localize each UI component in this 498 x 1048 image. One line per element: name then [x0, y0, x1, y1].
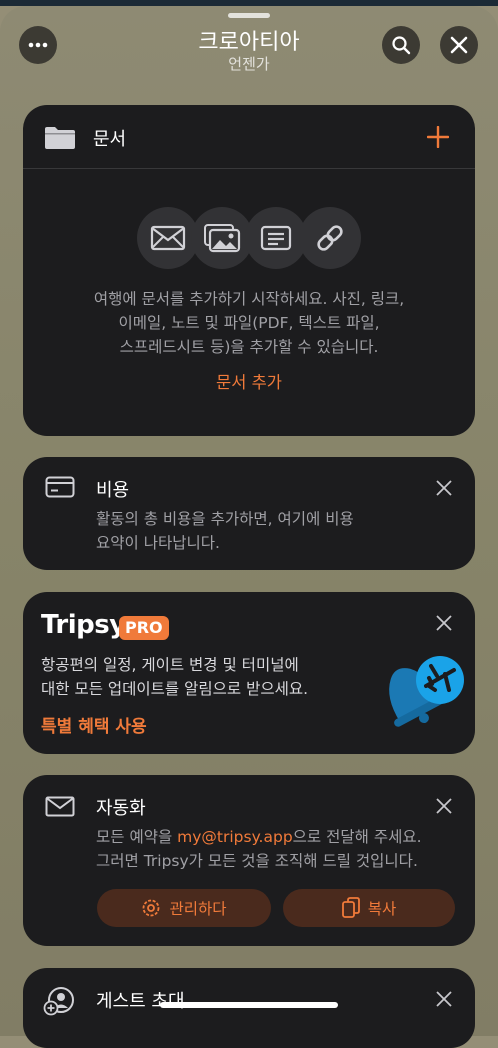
- close-icon: [436, 798, 452, 814]
- documents-description: 여행에 문서를 추가하기 시작하세요. 사진, 링크, 이메일, 노트 및 파일…: [93, 290, 405, 356]
- add-person-icon: [43, 987, 74, 1016]
- expenses-card: 비용 활동의 총 비용을 추가하면, 여기에 비용 요약이 나타납니다.: [23, 457, 475, 570]
- sheet-grabber[interactable]: [228, 13, 270, 18]
- copy-button[interactable]: 복사: [283, 889, 455, 927]
- close-icon: [436, 615, 452, 631]
- credit-card-icon: [45, 476, 75, 498]
- manage-button[interactable]: 관리하다: [97, 889, 271, 927]
- dismiss-promo-button[interactable]: [433, 612, 455, 634]
- guests-card: 게스트 초대: [23, 968, 475, 1048]
- gear-icon: [143, 899, 160, 917]
- automation-title: 자동화: [96, 798, 146, 819]
- link-icon: [317, 225, 343, 251]
- close-icon: [436, 991, 452, 1007]
- promo-description: 항공편의 일정, 게이트 변경 및 터미널에 대한 모든 업데이트를 알림으로 …: [41, 656, 309, 698]
- documents-title: 문서: [93, 129, 127, 150]
- close-icon: [450, 36, 468, 54]
- search-button[interactable]: [382, 26, 420, 64]
- documents-card: 문서 여행에 문서를 추가하기 시작하세요. 사진, 링크, 이메일, 노트 및…: [23, 105, 475, 436]
- divider: [23, 168, 475, 169]
- pro-badge: PRO: [119, 616, 169, 640]
- photos-icon: [204, 224, 241, 253]
- note-type[interactable]: [245, 207, 307, 269]
- forwarding-email-link[interactable]: my@tripsy.app: [177, 828, 293, 846]
- link-type[interactable]: [299, 207, 361, 269]
- note-icon: [260, 225, 292, 251]
- dismiss-automation-button[interactable]: [433, 795, 455, 817]
- copy-icon: [341, 897, 360, 918]
- expenses-description: 활동의 총 비용을 추가하면, 여기에 비용 요약이 나타납니다.: [96, 510, 354, 552]
- dismiss-guests-button[interactable]: [433, 988, 455, 1010]
- promo-cta-button[interactable]: 특별 혜택 사용: [41, 712, 147, 737]
- folder-icon: [45, 127, 75, 149]
- photo-type[interactable]: [191, 207, 253, 269]
- close-icon: [436, 480, 452, 496]
- document-type-icons: [137, 207, 367, 271]
- plus-icon[interactable]: [427, 126, 449, 148]
- close-button[interactable]: [440, 26, 478, 64]
- page-title: 크로아티아: [198, 30, 300, 55]
- envelope-icon: [150, 225, 186, 251]
- tripsy-logo: Tripsy: [41, 610, 126, 640]
- dismiss-expenses-button[interactable]: [433, 477, 455, 499]
- bell-plane-icon: [389, 656, 464, 727]
- envelope-icon: [45, 796, 75, 817]
- search-icon: [392, 36, 411, 55]
- automation-description: 모든 예약을 my@tripsy.app으로 전달해 주세요. 그러면 Trip…: [96, 828, 422, 870]
- expenses-title: 비용: [96, 480, 130, 501]
- guests-title: 게스트 초대: [96, 991, 185, 1012]
- mail-type[interactable]: [137, 207, 199, 269]
- automation-card: 자동화 모든 예약을 my@tripsy.app으로 전달해 주세요. 그러면 …: [23, 775, 475, 946]
- pro-promo-card[interactable]: Tripsy PRO 항공편의 일정, 게이트 변경 및 터미널에 대한 모든 …: [23, 592, 475, 754]
- add-document-button[interactable]: 문서 추가: [23, 369, 475, 393]
- page-subtitle: 언젠가: [228, 55, 270, 73]
- home-indicator: [160, 1002, 338, 1008]
